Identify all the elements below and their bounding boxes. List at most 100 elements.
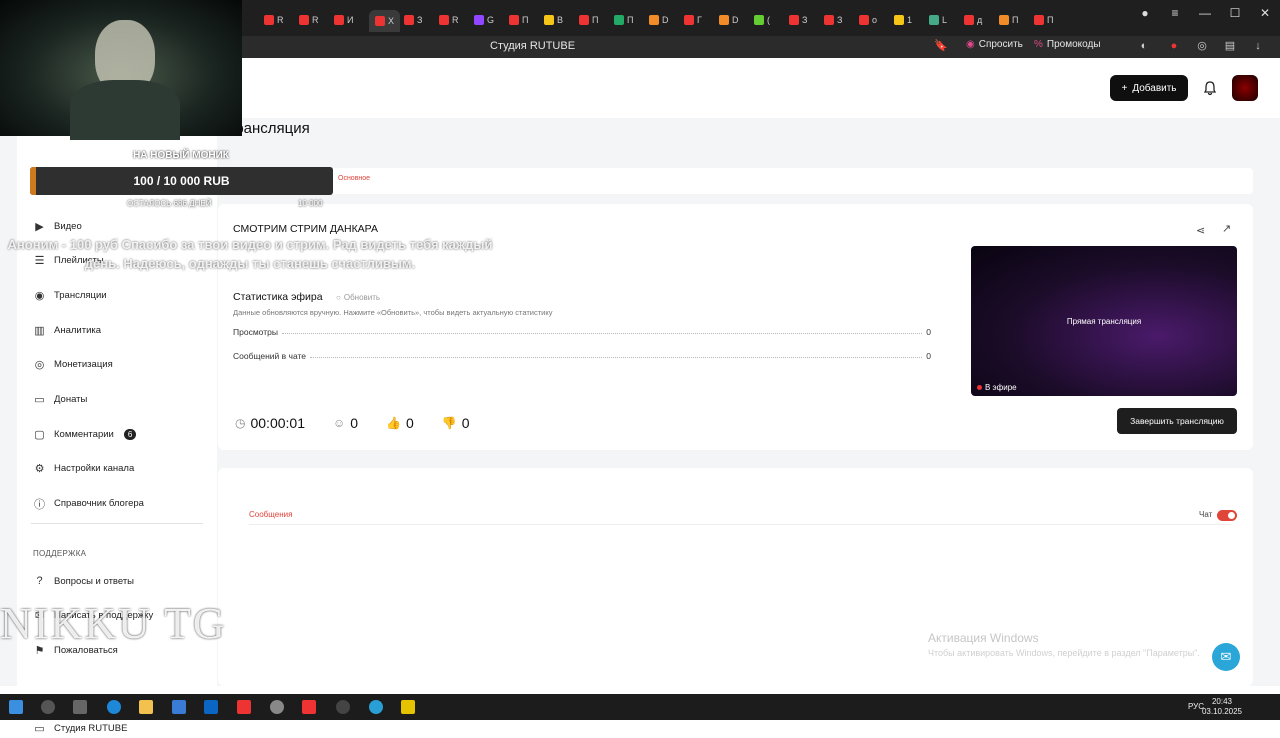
- profile-icon[interactable]: ●: [1130, 6, 1160, 20]
- browser-tab[interactable]: Г: [684, 11, 702, 29]
- time-value: 20:43: [1211, 697, 1232, 706]
- extension-icon-red[interactable]: ●: [1168, 40, 1180, 52]
- stat-label: Сообщений в чате: [233, 351, 307, 361]
- stream-preview[interactable]: Прямая трансляция В эфире: [971, 246, 1237, 396]
- screenshot-icon[interactable]: ◎: [1196, 40, 1208, 52]
- ask-icon: ◉: [966, 39, 975, 50]
- sidebar-item-donate[interactable]: ▭ Донаты: [33, 390, 87, 410]
- browser-tab-active[interactable]: Х: [369, 10, 401, 32]
- start-icon[interactable]: [9, 700, 23, 714]
- chat-toggle-label: Чат: [1199, 510, 1213, 519]
- browser-tab[interactable]: д: [964, 11, 982, 29]
- browser-tab[interactable]: R: [264, 11, 284, 29]
- browser-tab[interactable]: З: [789, 11, 807, 29]
- sidebar-item-analytics[interactable]: ▥ Аналитика: [33, 320, 101, 340]
- end-stream-button[interactable]: Завершить трансляцию: [1117, 408, 1237, 434]
- maximize-icon[interactable]: ☐: [1220, 6, 1250, 20]
- refresh-icon: ○: [336, 293, 341, 302]
- add-button[interactable]: + Добавить: [1110, 75, 1188, 101]
- collections-icon[interactable]: ▤: [1224, 40, 1236, 52]
- search-icon[interactable]: [41, 700, 55, 714]
- browser-tab[interactable]: G: [474, 11, 494, 29]
- close-icon[interactable]: ✕: [1250, 6, 1280, 20]
- explorer-icon[interactable]: [139, 700, 153, 714]
- browser-tab[interactable]: о: [859, 11, 877, 29]
- browser-tab[interactable]: D: [719, 11, 739, 29]
- likes-value: 0: [406, 415, 414, 431]
- browser-tab[interactable]: П: [1034, 11, 1053, 29]
- browser-tab[interactable]: 1: [894, 11, 912, 29]
- sidebar-item-studio[interactable]: ▭ Студия RUTUBE: [33, 718, 127, 738]
- minimize-icon[interactable]: —: [1190, 6, 1220, 20]
- task-view-icon[interactable]: [73, 700, 87, 714]
- obs-icon[interactable]: [336, 700, 350, 714]
- store-icon[interactable]: [172, 700, 186, 714]
- tab-favicon-icon: [544, 15, 554, 25]
- sidebar-item-broadcast[interactable]: ◉ Трансляции: [33, 285, 107, 305]
- avatar[interactable]: [1232, 75, 1258, 101]
- bookmark-icon[interactable]: 🔖: [934, 40, 948, 52]
- extension-icon[interactable]: ◐: [1138, 40, 1150, 52]
- sidebar-item-info[interactable]: ⓘ Справочник блогера: [33, 494, 144, 514]
- browser-tab[interactable]: З: [404, 11, 422, 29]
- tab-main[interactable]: Основное: [338, 175, 370, 182]
- add-label: Добавить: [1132, 82, 1177, 94]
- sidebar-item-video[interactable]: ▶ Видео: [33, 216, 82, 236]
- browser-tab[interactable]: П: [999, 11, 1018, 29]
- download-icon[interactable]: ↓: [1252, 40, 1264, 52]
- sidebar-item-comment[interactable]: ▢ Комментарии 6: [33, 424, 137, 444]
- tab-favicon-icon: [929, 15, 939, 25]
- tab-label: D: [662, 15, 669, 25]
- browser-tab[interactable]: П: [509, 11, 528, 29]
- goal-progress-bar: 100 / 10 000 RUB: [30, 167, 333, 195]
- browser-tab[interactable]: (: [754, 11, 770, 29]
- browser-tab[interactable]: З: [824, 11, 842, 29]
- bell-icon[interactable]: [1202, 80, 1218, 96]
- tab-favicon-icon: [894, 15, 904, 25]
- chat-toggle[interactable]: [1217, 510, 1237, 521]
- viewers-value: 0: [350, 415, 359, 431]
- settings-icon[interactable]: [270, 700, 284, 714]
- tab-label: П: [627, 15, 634, 25]
- viewers-metric: ☺ 0: [333, 415, 358, 431]
- refresh-label: Обновить: [343, 293, 381, 302]
- app-icon[interactable]: [401, 700, 415, 714]
- sidebar-item-label: Видео: [54, 220, 82, 232]
- help-chat-button[interactable]: ✉: [1212, 643, 1240, 671]
- yandex-browser-icon[interactable]: [237, 700, 251, 714]
- tab-favicon-icon: [789, 15, 799, 25]
- browser-tab[interactable]: П: [614, 11, 633, 29]
- tab-favicon-icon: [474, 15, 484, 25]
- sidebar-item-money[interactable]: ◎ Монетизация: [33, 355, 113, 375]
- tab-label: D: [732, 15, 739, 25]
- sidebar-item-question[interactable]: ? Вопросы и ответы: [33, 571, 134, 591]
- stat-value: 0: [926, 327, 931, 337]
- tab-label: д: [977, 15, 983, 25]
- refresh-button[interactable]: ○ Обновить: [336, 293, 380, 302]
- ask-button[interactable]: ◉ Спросить: [966, 39, 1023, 50]
- browser-tab[interactable]: B: [544, 11, 563, 29]
- menu-icon[interactable]: ≡: [1160, 6, 1190, 20]
- outlook-icon[interactable]: [204, 700, 218, 714]
- clock[interactable]: 20:43 03.10.2025: [1202, 697, 1242, 717]
- browser-tab[interactable]: П: [579, 11, 598, 29]
- browser-tab[interactable]: И: [334, 11, 353, 29]
- edge-icon[interactable]: [107, 700, 121, 714]
- on-air-label: В эфире: [985, 383, 1017, 392]
- browser-tab[interactable]: L: [929, 11, 947, 29]
- tab-label: З: [837, 15, 843, 25]
- sidebar-item-gear[interactable]: ⚙ Настройки канала: [33, 459, 135, 479]
- browser-tab[interactable]: R: [439, 11, 459, 29]
- external-link-icon[interactable]: ↗: [1222, 222, 1231, 235]
- promo-button[interactable]: % Промокоды: [1034, 39, 1101, 50]
- yandex-icon[interactable]: [302, 700, 316, 714]
- tab-label: З: [417, 15, 423, 25]
- tab-messages[interactable]: Сообщения: [249, 510, 292, 519]
- share-icon[interactable]: ⋖: [1196, 224, 1205, 237]
- browser-page-title[interactable]: Студия RUTUBE: [490, 40, 575, 52]
- stat-value: 0: [926, 351, 931, 361]
- telegram-icon[interactable]: [369, 700, 383, 714]
- tab-label: П: [1012, 15, 1019, 25]
- browser-tab[interactable]: D: [649, 11, 669, 29]
- browser-tab[interactable]: R: [299, 11, 319, 29]
